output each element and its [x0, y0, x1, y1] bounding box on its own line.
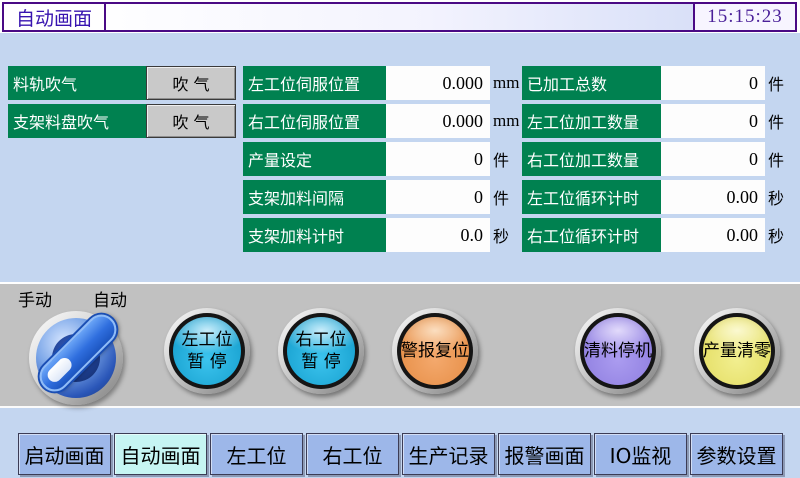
- header-spacer: [106, 4, 695, 30]
- auto-mode-label: 自动: [93, 286, 127, 311]
- button-label: 警报复位: [401, 317, 469, 385]
- button-label: 右工位 暂 停: [287, 317, 355, 385]
- production-setpoint-value[interactable]: 0: [386, 142, 490, 176]
- field-label: 产量设定: [243, 142, 386, 176]
- production-clear-button[interactable]: 产量清零: [694, 308, 780, 394]
- field-label: 支架加料计时: [243, 218, 386, 252]
- page-title: 自动画面: [4, 4, 106, 30]
- lever-indicator-tip: [45, 355, 75, 385]
- button-label: 清料停机: [584, 317, 652, 385]
- field-label: 左工位循环计时: [522, 180, 661, 214]
- total-processed-value[interactable]: 0: [661, 66, 765, 100]
- blow-row-label: 料轨吹气: [8, 66, 146, 100]
- mode-rotary-switch[interactable]: [29, 311, 123, 405]
- field-unit: 件: [490, 142, 509, 176]
- field-unit: 秒: [765, 218, 784, 252]
- field-unit: 件: [765, 142, 784, 176]
- field-row: 产量设定 0 件: [243, 142, 509, 176]
- right-station-count-value[interactable]: 0: [661, 142, 765, 176]
- field-row: 左工位伺服位置 0.000 mm: [243, 66, 519, 100]
- nav-left-station[interactable]: 左工位: [210, 433, 303, 475]
- field-unit: 件: [490, 180, 509, 214]
- right-cycle-time-value[interactable]: 0.00: [661, 218, 765, 252]
- field-row: 支架加料间隔 0 件: [243, 180, 509, 214]
- alarm-reset-button[interactable]: 警报复位: [392, 308, 478, 394]
- left-cycle-time-value[interactable]: 0.00: [661, 180, 765, 214]
- field-row: 左工位循环计时 0.00 秒: [522, 180, 784, 214]
- nav-alarm-screen[interactable]: 报警画面: [498, 433, 591, 475]
- rail-blow-button[interactable]: 吹 气: [146, 66, 236, 100]
- blow-row: 支架料盘吹气 吹 气: [8, 104, 236, 138]
- field-label: 右工位伺服位置: [243, 104, 386, 138]
- feeder-timer-value[interactable]: 0.0: [386, 218, 490, 252]
- nav-production-record[interactable]: 生产记录: [402, 433, 495, 475]
- field-row: 左工位加工数量 0 件: [522, 104, 784, 138]
- nav-startup-screen[interactable]: 启动画面: [18, 433, 111, 475]
- blow-row: 料轨吹气 吹 气: [8, 66, 236, 100]
- field-label: 左工位伺服位置: [243, 66, 386, 100]
- feeder-interval-value[interactable]: 0: [386, 180, 490, 214]
- field-unit: 秒: [490, 218, 509, 252]
- header-bar: 自动画面 15:15:23: [0, 0, 800, 33]
- left-station-pause-button[interactable]: 左工位 暂 停: [164, 308, 250, 394]
- nav-io-monitor[interactable]: IO监视: [594, 433, 687, 475]
- right-station-pause-button[interactable]: 右工位 暂 停: [278, 308, 364, 394]
- tray-blow-button[interactable]: 吹 气: [146, 104, 236, 138]
- field-row: 已加工总数 0 件: [522, 66, 784, 100]
- right-servo-position-value[interactable]: 0.000: [386, 104, 490, 138]
- left-station-count-value[interactable]: 0: [661, 104, 765, 138]
- field-label: 右工位加工数量: [522, 142, 661, 176]
- clear-material-stop-button[interactable]: 清料停机: [575, 308, 661, 394]
- field-row: 支架加料计时 0.0 秒: [243, 218, 509, 252]
- manual-mode-label: 手动: [18, 286, 52, 311]
- field-unit: mm: [490, 104, 519, 138]
- button-label: 产量清零: [703, 317, 771, 385]
- left-servo-position-value[interactable]: 0.000: [386, 66, 490, 100]
- field-label: 左工位加工数量: [522, 104, 661, 138]
- bottom-nav-bar: 启动画面 自动画面 左工位 右工位 生产记录 报警画面 IO监视 参数设置: [18, 433, 783, 475]
- field-unit: 件: [765, 66, 784, 100]
- field-row: 右工位伺服位置 0.000 mm: [243, 104, 519, 138]
- field-unit: mm: [490, 66, 519, 100]
- field-label: 右工位循环计时: [522, 218, 661, 252]
- field-unit: 件: [765, 104, 784, 138]
- nav-auto-screen[interactable]: 自动画面: [114, 433, 207, 475]
- field-row: 右工位循环计时 0.00 秒: [522, 218, 784, 252]
- button-label: 左工位 暂 停: [173, 317, 241, 385]
- header-frame: 自动画面 15:15:23: [2, 2, 797, 32]
- field-row: 右工位加工数量 0 件: [522, 142, 784, 176]
- blow-row-label: 支架料盘吹气: [8, 104, 146, 138]
- field-label: 支架加料间隔: [243, 180, 386, 214]
- field-label: 已加工总数: [522, 66, 661, 100]
- nav-parameter-settings[interactable]: 参数设置: [690, 433, 783, 475]
- nav-right-station[interactable]: 右工位: [306, 433, 399, 475]
- clock-display: 15:15:23: [695, 4, 795, 30]
- field-unit: 秒: [765, 180, 784, 214]
